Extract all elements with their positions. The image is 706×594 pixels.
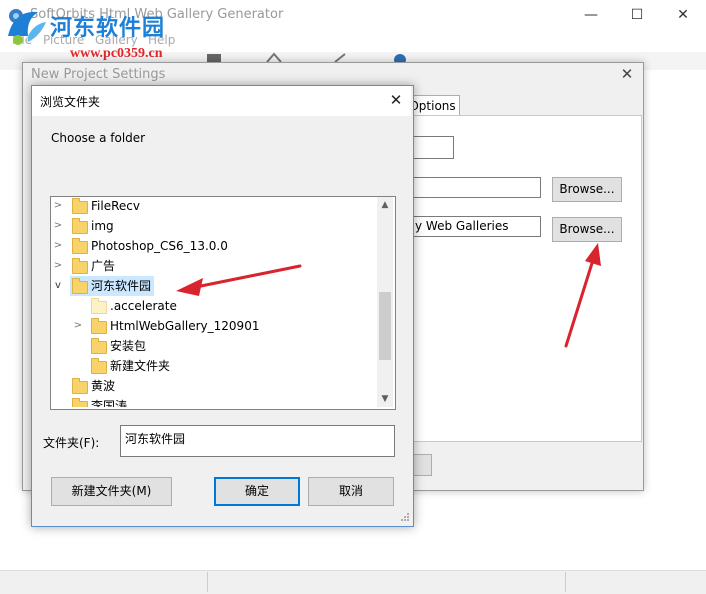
folder-icon xyxy=(72,278,88,294)
folder-icon xyxy=(72,238,88,254)
new-folder-button[interactable]: 新建文件夹(M) xyxy=(51,477,172,506)
watermark-site-name: 河东软件园 xyxy=(50,16,166,41)
folder-icon xyxy=(91,338,107,354)
chevron-right-icon[interactable]: > xyxy=(52,256,64,276)
scroll-up-icon[interactable]: ▲ xyxy=(377,197,393,213)
tree-item-hedong-selected[interactable]: v 河东软件园 xyxy=(52,276,372,296)
tree-item-ads[interactable]: > 广告 xyxy=(52,256,372,276)
scroll-down-icon[interactable]: ▼ xyxy=(377,391,393,407)
maximize-button[interactable]: ☐ xyxy=(614,0,660,30)
tree-item-img[interactable]: > img xyxy=(52,216,372,236)
browse-dialog-prompt: Choose a folder xyxy=(51,131,146,145)
close-button[interactable]: ✕ xyxy=(660,0,706,30)
folder-icon xyxy=(72,398,88,407)
browse-button-2[interactable]: Browse... xyxy=(552,217,622,242)
chevron-right-icon[interactable]: > xyxy=(72,316,84,336)
status-divider xyxy=(565,572,566,592)
watermark-logo-icon xyxy=(8,11,46,45)
folder-icon xyxy=(72,218,88,234)
chevron-right-icon[interactable]: > xyxy=(52,216,64,236)
folder-icon xyxy=(91,298,107,314)
browse-button-1[interactable]: Browse... xyxy=(552,177,622,202)
chevron-down-icon[interactable]: v xyxy=(52,276,64,296)
minimize-button[interactable]: — xyxy=(568,0,614,30)
ok-button[interactable]: 确定 xyxy=(214,477,300,506)
browse-dialog-close-button[interactable]: ✕ xyxy=(387,91,405,109)
folder-field-label: 文件夹(F): xyxy=(43,436,100,450)
output-folder-input[interactable]: y Web Galleries xyxy=(410,216,541,237)
chevron-right-icon[interactable]: > xyxy=(52,196,64,216)
folder-icon xyxy=(91,358,107,374)
folder-icon xyxy=(72,378,88,394)
status-bar xyxy=(0,570,706,594)
tree-item-install[interactable]: 安装包 xyxy=(52,336,372,356)
folder-icon xyxy=(91,318,107,334)
tree-item-huangbo[interactable]: 黄波 xyxy=(52,376,372,396)
tree-item-htmlwebgallery[interactable]: > HtmlWebGallery_120901 xyxy=(52,316,372,336)
new-project-dialog-title: New Project Settings xyxy=(31,67,166,82)
chevron-right-icon[interactable]: > xyxy=(52,236,64,256)
tree-item-photoshop[interactable]: > Photoshop_CS6_13.0.0 xyxy=(52,236,372,256)
tree-item-filerecv[interactable]: > FileRecv xyxy=(52,196,372,216)
tree-item-accelerate[interactable]: .accelerate xyxy=(52,296,372,316)
project-name-input[interactable] xyxy=(410,136,454,159)
cancel-button[interactable]: 取消 xyxy=(308,477,394,506)
tree-item-newfolder[interactable]: 新建文件夹 xyxy=(52,356,372,376)
watermark-url: www.pc0359.cn xyxy=(70,46,163,61)
scroll-thumb[interactable] xyxy=(379,292,391,360)
browse-dialog-title: 浏览文件夹 xyxy=(40,95,101,109)
tree-item-liguotao[interactable]: 李国涛 xyxy=(52,396,372,407)
new-project-close-button[interactable]: ✕ xyxy=(618,65,636,83)
folder-icon xyxy=(72,258,88,274)
resize-grip-icon[interactable] xyxy=(400,512,410,522)
options-panel xyxy=(402,115,642,442)
folder-input[interactable]: 河东软件园 xyxy=(120,425,395,457)
source-folder-input[interactable] xyxy=(410,177,541,198)
folder-icon xyxy=(72,198,88,214)
status-divider xyxy=(207,572,208,592)
